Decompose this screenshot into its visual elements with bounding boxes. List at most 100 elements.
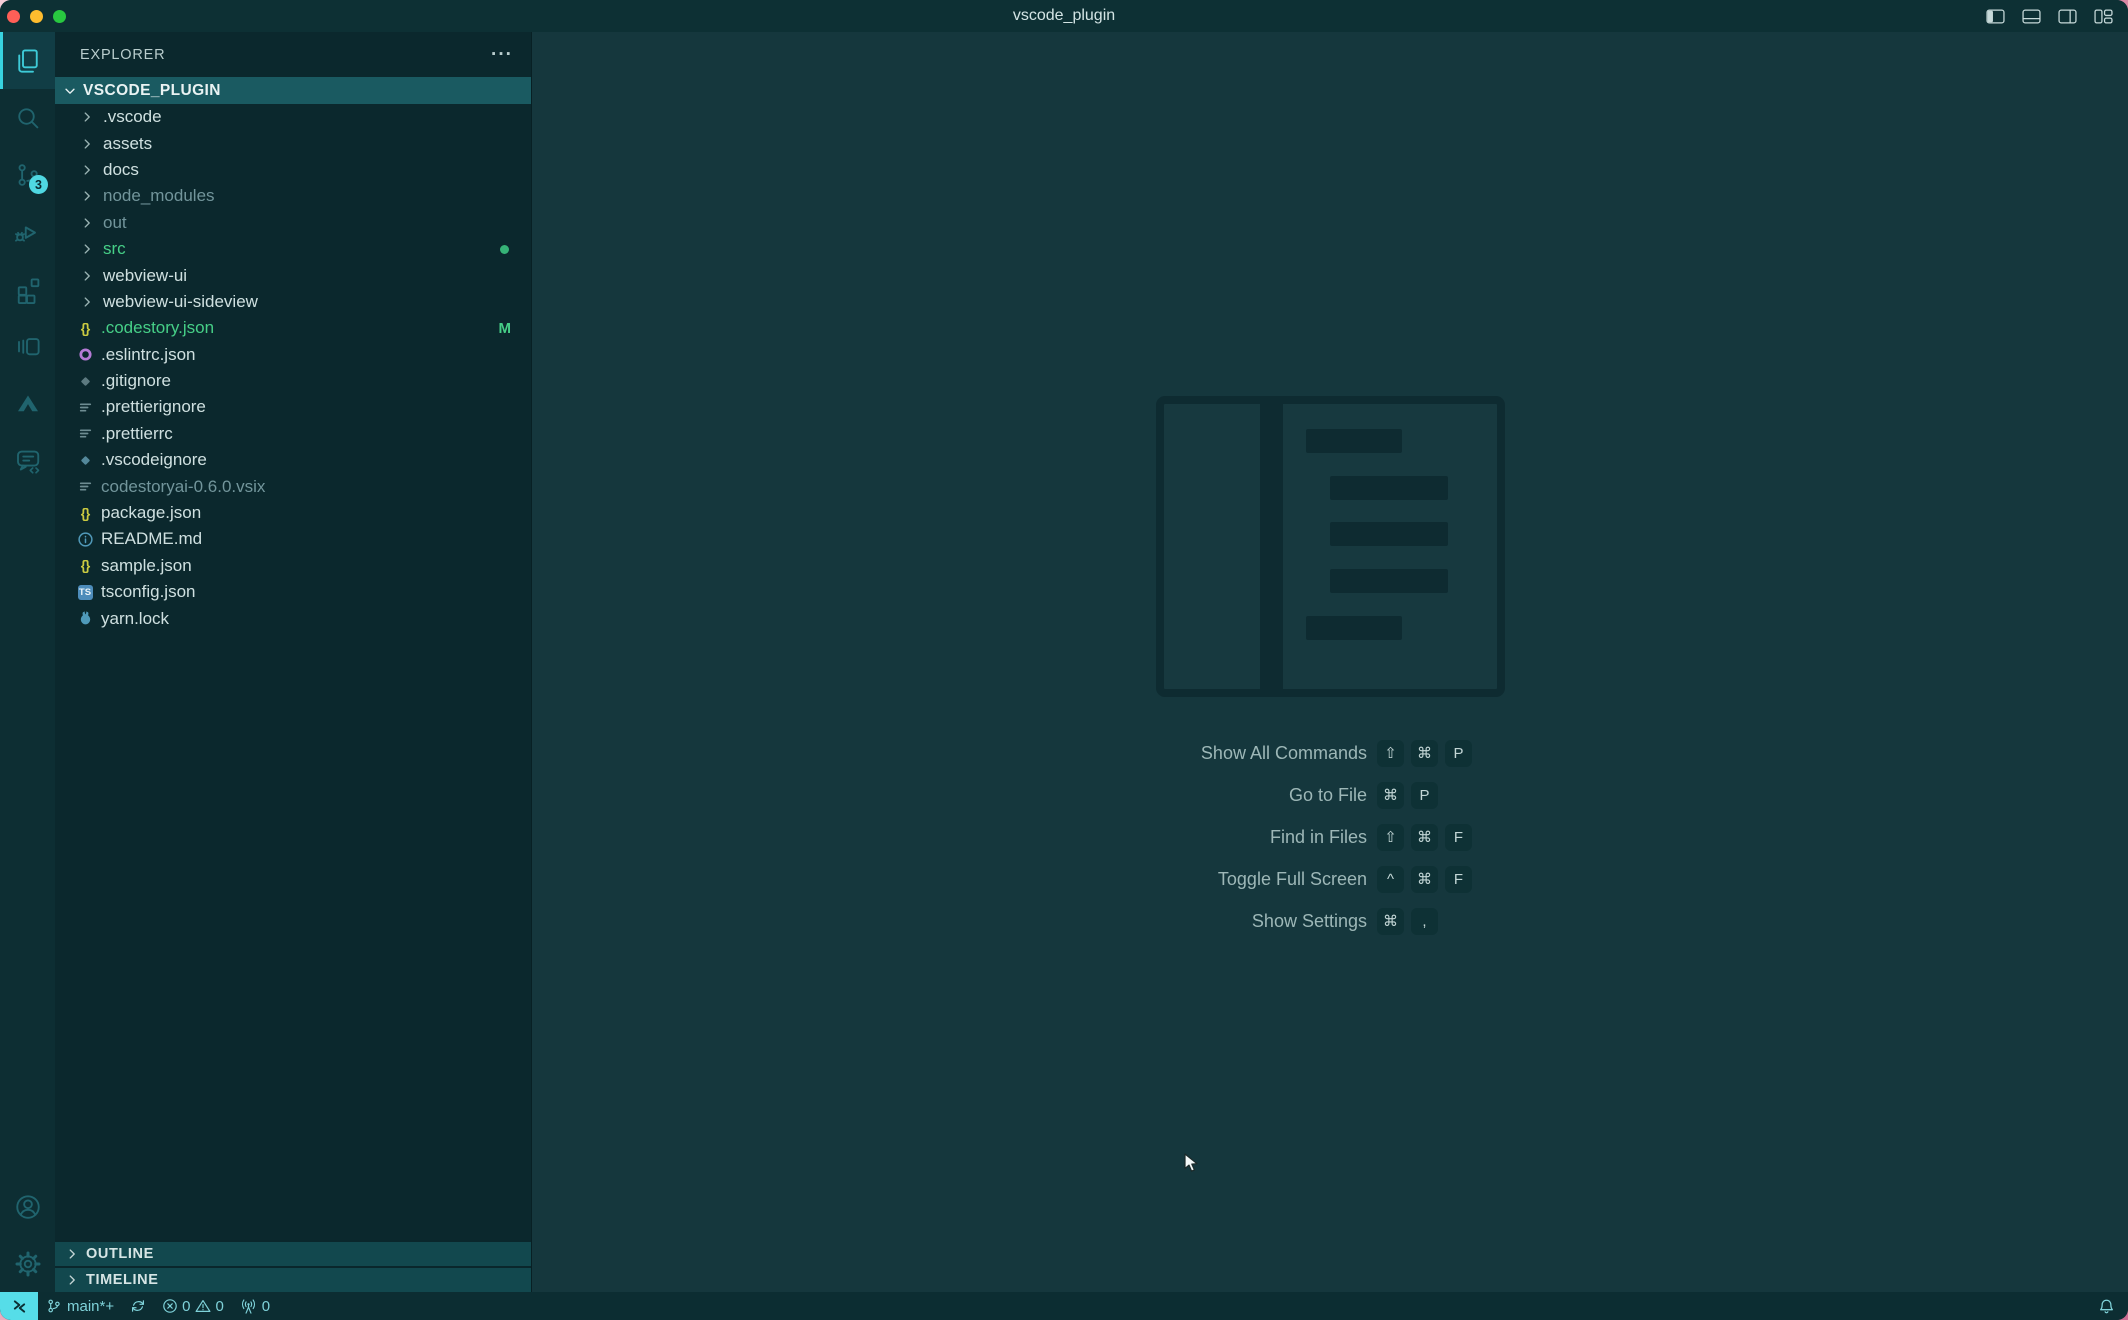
branch-name: main*+ xyxy=(67,1298,114,1315)
broadcast-count: 0 xyxy=(262,1298,270,1315)
traffic-lights xyxy=(7,10,66,23)
toggle-panel-icon[interactable] xyxy=(2022,9,2041,24)
keycap: P xyxy=(1411,782,1438,809)
activity-item-chat[interactable] xyxy=(0,431,55,488)
shortcut-keys: ⇧⌘F xyxy=(1377,824,2128,851)
tree-item-folder[interactable]: .vscode xyxy=(55,104,531,130)
toggle-primary-sidebar-icon[interactable] xyxy=(1986,9,2005,24)
chevron-right-icon xyxy=(80,242,94,256)
tree-item-folder[interactable]: webview-ui-sideview xyxy=(55,289,531,315)
minimize-window-button[interactable] xyxy=(30,10,43,23)
zoom-window-button[interactable] xyxy=(53,10,66,23)
account-icon xyxy=(13,1192,43,1222)
watermark-divider xyxy=(1260,404,1283,689)
tree-item-file[interactable]: .gitignore xyxy=(55,368,531,394)
editor-watermark xyxy=(1156,396,1505,697)
watermark-bar xyxy=(1306,616,1402,640)
sync-changes-button[interactable] xyxy=(122,1292,154,1320)
file-name: docs xyxy=(103,160,139,180)
errors-count: 0 xyxy=(182,1298,190,1315)
source-control-badge: 3 xyxy=(29,175,48,194)
tree-item-folder[interactable]: webview-ui xyxy=(55,262,531,288)
tree-item-folder[interactable]: src xyxy=(55,236,531,262)
activity-item-search[interactable] xyxy=(0,89,55,146)
chevron-right-icon xyxy=(65,1273,79,1287)
keycap: ^ xyxy=(1377,866,1404,893)
file-name: assets xyxy=(103,134,152,154)
sidebar-header: EXPLORER ··· xyxy=(55,32,531,77)
notifications-bell[interactable] xyxy=(2085,1292,2128,1320)
file-name: .codestory.json xyxy=(101,318,214,338)
activity-item-source-control[interactable]: 3 xyxy=(0,146,55,203)
file-name: webview-ui xyxy=(103,266,187,286)
tree-item-file[interactable]: codestoryai-0.6.0.vsix xyxy=(55,473,531,499)
workbench: 3 EXPLORER ··· VSCODE_PLUGIN .vscode asse… xyxy=(0,32,2128,1292)
shortcut-row: Toggle Full Screen^⌘F xyxy=(532,858,2128,900)
section-label: TIMELINE xyxy=(86,1272,158,1288)
shortcut-label: Find in Files xyxy=(532,827,1377,848)
config-lines-icon xyxy=(75,425,95,442)
file-name: .vscode xyxy=(103,107,162,127)
more-actions-icon[interactable]: ··· xyxy=(491,44,513,66)
editor-area[interactable]: Show All Commands⇧⌘PGo to File⌘PFind in … xyxy=(532,32,2128,1292)
tree-item-file[interactable]: README.md xyxy=(55,526,531,552)
file-name: yarn.lock xyxy=(101,609,169,629)
tree-item-file[interactable]: yarn.lock xyxy=(55,605,531,631)
ignore-icon xyxy=(75,452,95,469)
tree-item-file[interactable]: TStsconfig.json xyxy=(55,579,531,605)
broadcast-status[interactable]: 0 xyxy=(232,1292,278,1320)
close-window-button[interactable] xyxy=(7,10,20,23)
chevron-right-icon xyxy=(80,216,94,230)
file-name: codestoryai-0.6.0.vsix xyxy=(101,477,265,497)
activity-item-settings[interactable] xyxy=(0,1235,55,1292)
chevron-right-icon xyxy=(80,269,94,283)
tree-item-folder[interactable]: docs xyxy=(55,157,531,183)
project-root-row[interactable]: VSCODE_PLUGIN xyxy=(55,77,531,104)
activity-item-sideview[interactable] xyxy=(0,317,55,374)
git-branch-status[interactable]: main*+ xyxy=(38,1292,122,1320)
activity-item-account[interactable] xyxy=(0,1178,55,1235)
sidebar-sections: OUTLINE TIMELINE xyxy=(55,1240,531,1292)
eslint-icon xyxy=(75,346,95,363)
file-name: src xyxy=(103,239,126,259)
toggle-secondary-sidebar-icon[interactable] xyxy=(2058,9,2077,24)
activity-item-run-and-debug[interactable] xyxy=(0,203,55,260)
json-icon: {} xyxy=(75,321,95,336)
shortcut-label: Go to File xyxy=(532,785,1377,806)
activity-item-codestory[interactable] xyxy=(0,374,55,431)
shortcut-row: Find in Files⇧⌘F xyxy=(532,816,2128,858)
tree-item-file[interactable]: {}package.json xyxy=(55,500,531,526)
activity-item-extensions[interactable] xyxy=(0,260,55,317)
tree-item-file[interactable]: .prettierignore xyxy=(55,394,531,420)
activity-item-explorer[interactable] xyxy=(0,32,55,89)
keycap: ⇧ xyxy=(1377,740,1404,767)
section-header-timeline[interactable]: TIMELINE xyxy=(55,1266,531,1292)
remote-indicator[interactable] xyxy=(0,1292,38,1320)
customize-layout-icon[interactable] xyxy=(2094,9,2113,24)
shortcut-keys: ^⌘F xyxy=(1377,866,2128,893)
section-header-outline[interactable]: OUTLINE xyxy=(55,1240,531,1266)
chevron-right-icon xyxy=(80,189,94,203)
settings-icon xyxy=(13,1249,43,1279)
chevron-right-icon xyxy=(80,137,94,151)
tree-item-file[interactable]: .eslintrc.json xyxy=(55,342,531,368)
tree-item-file[interactable]: .prettierrc xyxy=(55,421,531,447)
watermark-sidebar-pane xyxy=(1164,404,1260,689)
shortcut-label: Show Settings xyxy=(532,911,1377,932)
tree-item-file[interactable]: {}.codestory.jsonM xyxy=(55,315,531,341)
tree-item-file[interactable]: {}sample.json xyxy=(55,553,531,579)
tree-item-folder[interactable]: out xyxy=(55,210,531,236)
keycap: ⌘ xyxy=(1411,824,1438,851)
shortcut-row: Show Settings⌘, xyxy=(532,900,2128,942)
shortcut-label: Show All Commands xyxy=(532,743,1377,764)
problems-status[interactable]: 0 0 xyxy=(154,1292,232,1320)
keycap: ⌘ xyxy=(1411,866,1438,893)
keycap: ⌘ xyxy=(1411,740,1438,767)
tree-item-folder[interactable]: node_modules xyxy=(55,183,531,209)
tree-item-folder[interactable]: assets xyxy=(55,130,531,156)
file-name: .gitignore xyxy=(101,371,171,391)
yarn-icon xyxy=(75,610,95,627)
tree-item-file[interactable]: .vscodeignore xyxy=(55,447,531,473)
keycap: ⌘ xyxy=(1377,782,1404,809)
warnings-count: 0 xyxy=(215,1298,223,1315)
